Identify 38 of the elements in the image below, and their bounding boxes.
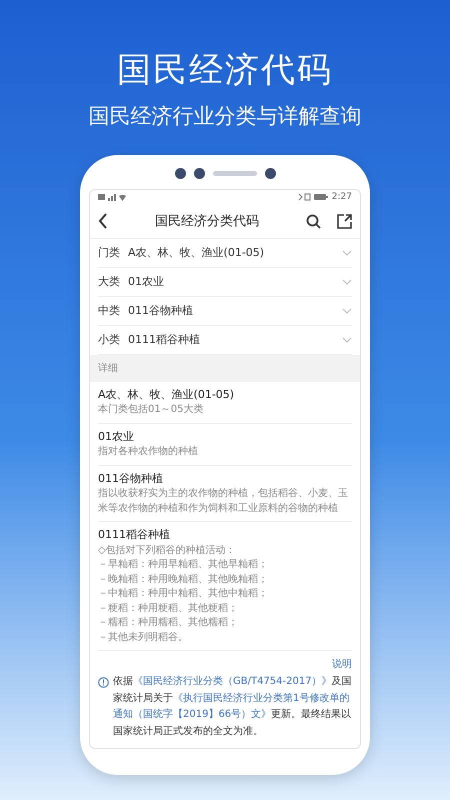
camera-icon xyxy=(264,168,276,180)
search-icon[interactable] xyxy=(306,214,321,229)
battery-icon xyxy=(298,193,328,202)
detail-text: －早籼稻：种用早籼稻、其他早籼稻； xyxy=(98,558,269,572)
share-icon[interactable] xyxy=(337,214,352,229)
detail-text: －粳稻：种用粳稻、其他粳稻； xyxy=(98,602,239,616)
detail-text: －其他未列明稻谷。 xyxy=(98,630,189,645)
note-text: 依据《国民经济行业分类（GB/T4754-2017）》及国家统计局关于《执行国民经济行业分类第1号修改单的通知（国统字【2019】66号）文》更新。最终结果以国家统计局正式发布的全文为准。 xyxy=(113,674,352,739)
speaker-icon xyxy=(212,171,256,176)
signal-icon xyxy=(98,193,126,202)
detail-title: A农、林、牧、渔业(01-05) xyxy=(98,386,236,403)
detail-text: －晚籼稻：种用晚籼稻、其他晚籼稻； xyxy=(98,572,269,587)
chevron-down-icon xyxy=(342,278,352,285)
detail-text: －中籼稻：种用中籼稻、其他中籼稻； xyxy=(98,587,269,602)
camera-icon xyxy=(194,168,204,180)
detail-text: 指以收获籽实为主的农作物的种植，包括稻谷、小麦、玉米等农作物的种植和作为饲料和工业原料的谷物的种植 xyxy=(98,487,349,516)
section-header: 详细 xyxy=(90,354,360,382)
info-icon xyxy=(98,677,109,688)
back-icon[interactable] xyxy=(98,213,108,230)
detail-text: 指对各种农作物的种植 xyxy=(98,445,199,460)
category-dropdown[interactable]: 大类 01农业 xyxy=(98,268,352,297)
explanation-link[interactable]: 说明 xyxy=(332,659,352,670)
category-dropdown[interactable]: 门类 A农、林、牧、渔业(01-05) xyxy=(98,238,352,268)
chevron-down-icon xyxy=(342,336,352,343)
category-dropdown[interactable]: 中类 011谷物种植 xyxy=(98,296,352,326)
screen-title: 国民经济分类代码 xyxy=(154,212,260,231)
headline: 国民经济代码 xyxy=(116,49,334,90)
detail-title: 011谷物种植 xyxy=(98,470,164,487)
camera-icon xyxy=(174,168,186,180)
chevron-down-icon xyxy=(342,250,352,256)
subtitle: 国民经济行业分类与详解查询 xyxy=(88,103,362,130)
detail-title: 0111稻谷种植 xyxy=(98,527,171,544)
detail-text: －糯稻：种用糯稻、其他糯稻； xyxy=(98,616,239,630)
detail-text: 本门类包括01～05大类 xyxy=(98,403,204,418)
status-time: 2:27 xyxy=(332,190,352,204)
detail-title: 01农业 xyxy=(98,428,135,445)
chevron-down-icon xyxy=(342,308,352,314)
detail-text: ◇包括对下列稻谷的种植活动： xyxy=(98,544,237,558)
